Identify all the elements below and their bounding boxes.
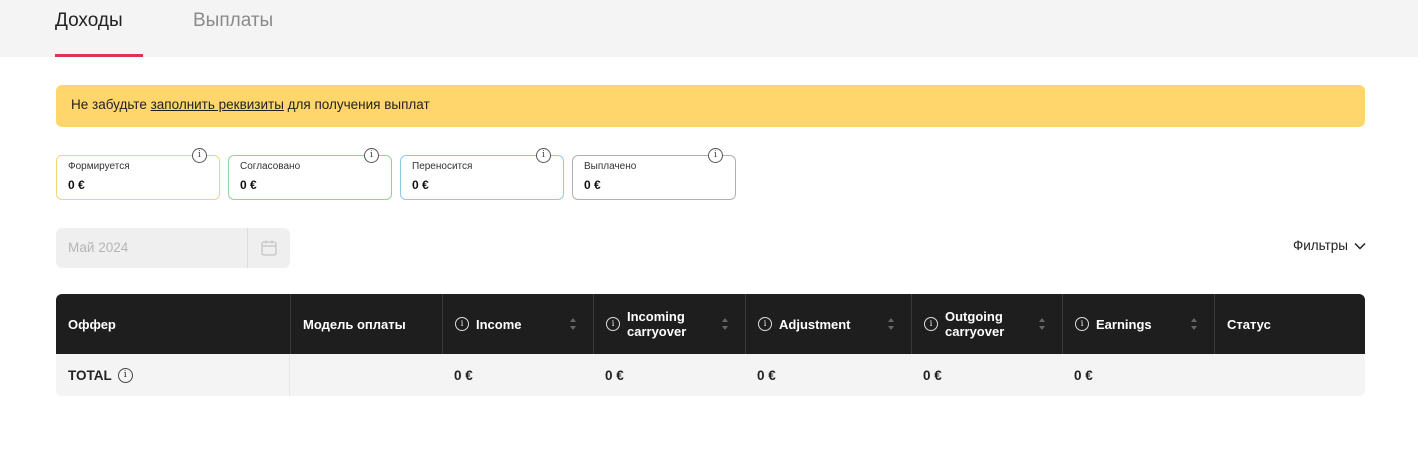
chevron-down-icon — [1354, 242, 1366, 250]
stat-value: 0 € — [412, 178, 429, 192]
notice-suffix: для получения выплат — [283, 97, 430, 112]
stat-label: Выплачено — [584, 161, 637, 172]
stat-label: Переносится — [412, 161, 473, 172]
total-earnings: 0 € — [1074, 367, 1093, 383]
active-tab-indicator — [55, 54, 143, 57]
column-label: Adjustment — [779, 316, 851, 332]
info-icon[interactable]: i — [758, 317, 772, 331]
calendar-icon[interactable] — [260, 239, 278, 257]
column-adjustment[interactable]: i Adjustment — [745, 294, 911, 354]
table-header: Оффер Модель оплаты i Income i Incoming c… — [56, 294, 1365, 354]
month-picker-divider — [247, 228, 248, 268]
info-icon[interactable]: i — [606, 317, 620, 331]
total-row: TOTAL i 0 € 0 € 0 € 0 € 0 € — [56, 354, 1365, 396]
stat-card-carried-over: Переносится 0 € i — [400, 148, 564, 200]
column-outgoing-carryover[interactable]: i Outgoing carryover — [911, 294, 1062, 354]
stat-label: Согласовано — [240, 161, 301, 172]
stat-card-forming: Формируется 0 € i — [56, 148, 220, 200]
stat-label: Формируется — [68, 161, 130, 172]
notice-prefix: Не забудьте — [71, 97, 151, 112]
column-status: Статус — [1214, 294, 1365, 354]
column-label: Оффер — [68, 316, 116, 332]
column-earnings[interactable]: i Earnings — [1062, 294, 1214, 354]
tab-income[interactable]: Доходы — [55, 10, 123, 32]
month-picker-value: Май 2024 — [68, 240, 129, 255]
column-label: Статус — [1227, 316, 1271, 332]
stat-value: 0 € — [240, 178, 257, 192]
column-incoming-carryover[interactable]: i Incoming carryover — [593, 294, 745, 354]
stat-value: 0 € — [584, 178, 601, 192]
month-picker[interactable]: Май 2024 — [56, 228, 290, 268]
info-icon[interactable]: i — [192, 148, 207, 163]
filters-toggle[interactable]: Фильтры — [1293, 238, 1366, 253]
info-icon[interactable]: i — [117, 367, 133, 383]
sort-icon[interactable] — [887, 315, 895, 333]
column-offer: Оффер — [56, 294, 290, 354]
total-label: TOTAL — [68, 367, 112, 383]
cell-divider — [289, 354, 290, 396]
sort-icon[interactable] — [721, 315, 729, 333]
info-icon[interactable]: i — [364, 148, 379, 163]
column-label-line1: Outgoing — [945, 309, 1003, 324]
sort-icon[interactable] — [1038, 315, 1046, 333]
total-adjustment: 0 € — [757, 367, 776, 383]
total-label-cell: TOTAL i — [56, 354, 133, 396]
column-income[interactable]: i Income — [442, 294, 593, 354]
column-label: Earnings — [1096, 316, 1152, 332]
total-income: 0 € — [454, 367, 473, 383]
column-label-line1: Incoming — [627, 309, 685, 324]
filters-label: Фильтры — [1292, 238, 1348, 253]
sort-icon[interactable] — [1190, 315, 1198, 333]
column-payment-model: Модель оплаты — [290, 294, 442, 354]
info-icon[interactable]: i — [536, 148, 551, 163]
tab-payouts[interactable]: Выплаты — [193, 10, 273, 32]
tab-bar: Доходы Выплаты — [0, 0, 1418, 57]
column-label: Модель оплаты — [303, 316, 406, 332]
info-icon[interactable]: i — [924, 317, 938, 331]
total-outgoing-carryover: 0 € — [923, 367, 942, 383]
stat-card-paid: Выплачено 0 € i — [572, 148, 736, 200]
column-label-line2: carryover — [627, 324, 687, 339]
income-table: Оффер Модель оплаты i Income i Incoming c… — [56, 294, 1365, 396]
column-label-line2: carryover — [945, 324, 1005, 339]
requisites-notice: Не забудьте заполнить реквизиты для полу… — [56, 85, 1365, 127]
info-icon[interactable]: i — [1075, 317, 1089, 331]
column-label: Income — [476, 316, 522, 332]
column-label: Incoming carryover — [627, 309, 686, 339]
stat-card-approved: Согласовано 0 € i — [228, 148, 392, 200]
fill-requisites-link[interactable]: заполнить реквизиты — [151, 97, 284, 112]
sort-icon[interactable] — [569, 315, 577, 333]
total-incoming-carryover: 0 € — [605, 367, 624, 383]
column-label: Outgoing carryover — [945, 309, 1004, 339]
info-icon[interactable]: i — [455, 317, 469, 331]
stat-value: 0 € — [68, 178, 85, 192]
info-icon[interactable]: i — [708, 148, 723, 163]
